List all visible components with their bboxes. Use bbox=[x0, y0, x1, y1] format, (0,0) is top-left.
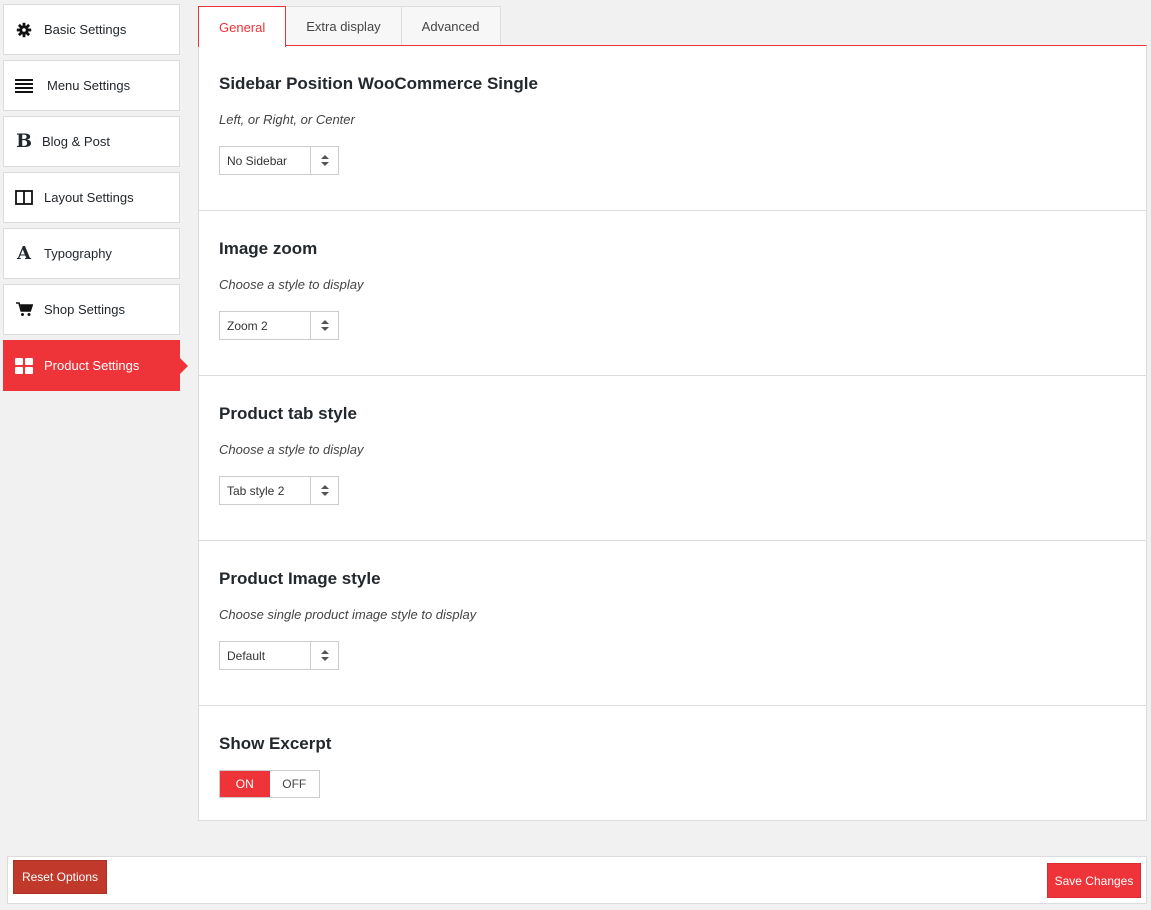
select-value: Default bbox=[227, 648, 266, 663]
show-excerpt-toggle: ON OFF bbox=[219, 770, 320, 798]
updown-arrow-icon bbox=[310, 642, 338, 669]
sidebar-item-layout-settings[interactable]: Layout Settings bbox=[3, 172, 180, 223]
sidebar-item-label: Layout Settings bbox=[44, 190, 134, 205]
sidebar-item-basic-settings[interactable]: Basic Settings bbox=[3, 4, 180, 55]
image-zoom-select[interactable]: Zoom 2 bbox=[219, 311, 339, 340]
bold-b-icon: B bbox=[15, 130, 33, 152]
sidebar-item-blog-post[interactable]: B Blog & Post bbox=[3, 116, 180, 167]
tab-general[interactable]: General bbox=[198, 6, 287, 47]
setting-description: Choose a style to display bbox=[219, 442, 364, 457]
select-value: Zoom 2 bbox=[227, 318, 268, 333]
setting-title: Show Excerpt bbox=[219, 734, 332, 753]
settings-panel: Sidebar Position WooCommerce Single Left… bbox=[198, 45, 1147, 821]
sidebar-item-label: Blog & Post bbox=[42, 134, 110, 149]
setting-description: Left, or Right, or Center bbox=[219, 112, 355, 127]
toggle-on-button[interactable]: ON bbox=[220, 771, 270, 797]
sidebar-item-label: Menu Settings bbox=[47, 78, 131, 93]
sidebar-item-menu-settings[interactable]: Menu Settings bbox=[3, 60, 180, 111]
gear-icon bbox=[14, 20, 34, 40]
setting-description: Choose a style to display bbox=[219, 277, 364, 292]
columns-icon bbox=[14, 188, 34, 208]
setting-product-image-style: Product Image style Choose single produc… bbox=[199, 541, 1146, 706]
setting-show-excerpt: Show Excerpt ON OFF bbox=[199, 706, 1146, 820]
grid-icon bbox=[14, 356, 34, 376]
setting-title: Sidebar Position WooCommerce Single bbox=[219, 74, 538, 93]
list-icon bbox=[14, 76, 34, 96]
cart-icon bbox=[14, 300, 34, 320]
setting-image-zoom: Image zoom Choose a style to display Zoo… bbox=[199, 211, 1146, 376]
updown-arrow-icon bbox=[310, 312, 338, 339]
tab-extra-display[interactable]: Extra display bbox=[285, 6, 402, 46]
sidebar-item-label: Shop Settings bbox=[44, 302, 125, 317]
setting-title: Product tab style bbox=[219, 404, 357, 423]
sidebar-item-product-settings[interactable]: Product Settings bbox=[3, 340, 188, 391]
sidebar-item-label: Basic Settings bbox=[44, 22, 127, 37]
font-a-icon: A bbox=[17, 242, 31, 264]
setting-title: Image zoom bbox=[219, 239, 318, 258]
select-value: Tab style 2 bbox=[227, 483, 285, 498]
product-tab-style-select[interactable]: Tab style 2 bbox=[219, 476, 339, 505]
setting-sidebar-position: Sidebar Position WooCommerce Single Left… bbox=[199, 46, 1146, 211]
reset-options-button[interactable]: Reset Options bbox=[13, 860, 107, 894]
setting-product-tab-style: Product tab style Choose a style to disp… bbox=[199, 376, 1146, 541]
setting-description: Choose single product image style to dis… bbox=[219, 607, 477, 622]
footer-bar: Reset Options Save Changes bbox=[7, 856, 1147, 904]
setting-title: Product Image style bbox=[219, 569, 381, 588]
sidebar-item-label: Typography bbox=[44, 246, 112, 261]
updown-arrow-icon bbox=[310, 147, 338, 174]
select-value: No Sidebar bbox=[227, 153, 288, 168]
sidebar-position-select[interactable]: No Sidebar bbox=[219, 146, 339, 175]
tab-advanced[interactable]: Advanced bbox=[400, 6, 501, 46]
tab-bar: General Extra display Advanced bbox=[198, 6, 501, 47]
toggle-off-button[interactable]: OFF bbox=[270, 771, 320, 797]
save-changes-button[interactable]: Save Changes bbox=[1047, 863, 1141, 898]
sidebar-item-shop-settings[interactable]: Shop Settings bbox=[3, 284, 180, 335]
sidebar-item-typography[interactable]: A Typography bbox=[3, 228, 180, 279]
product-image-style-select[interactable]: Default bbox=[219, 641, 339, 670]
settings-sidebar: Basic Settings Menu Settings B Blog & Po… bbox=[3, 4, 188, 396]
sidebar-item-label: Product Settings bbox=[44, 358, 140, 373]
updown-arrow-icon bbox=[310, 477, 338, 504]
